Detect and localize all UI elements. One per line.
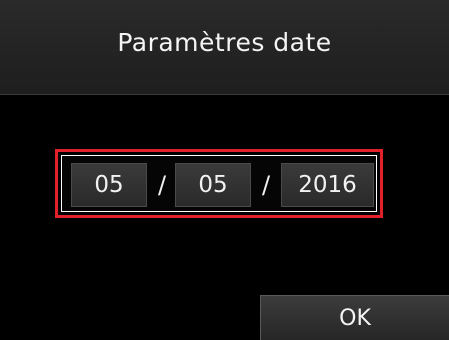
date-separator: / xyxy=(157,171,167,199)
day-field[interactable]: 05 xyxy=(71,163,147,207)
page-title: Paramètres date xyxy=(117,28,332,57)
title-bar: Paramètres date xyxy=(0,0,449,95)
year-field[interactable]: 2016 xyxy=(281,163,374,207)
ok-button[interactable]: OK xyxy=(260,295,449,340)
date-entry-selected-frame[interactable]: 05 / 05 / 2016 xyxy=(55,149,383,218)
month-field[interactable]: 05 xyxy=(175,163,251,207)
date-separator: / xyxy=(261,171,271,199)
date-entry-group: 05 / 05 / 2016 xyxy=(61,155,377,212)
